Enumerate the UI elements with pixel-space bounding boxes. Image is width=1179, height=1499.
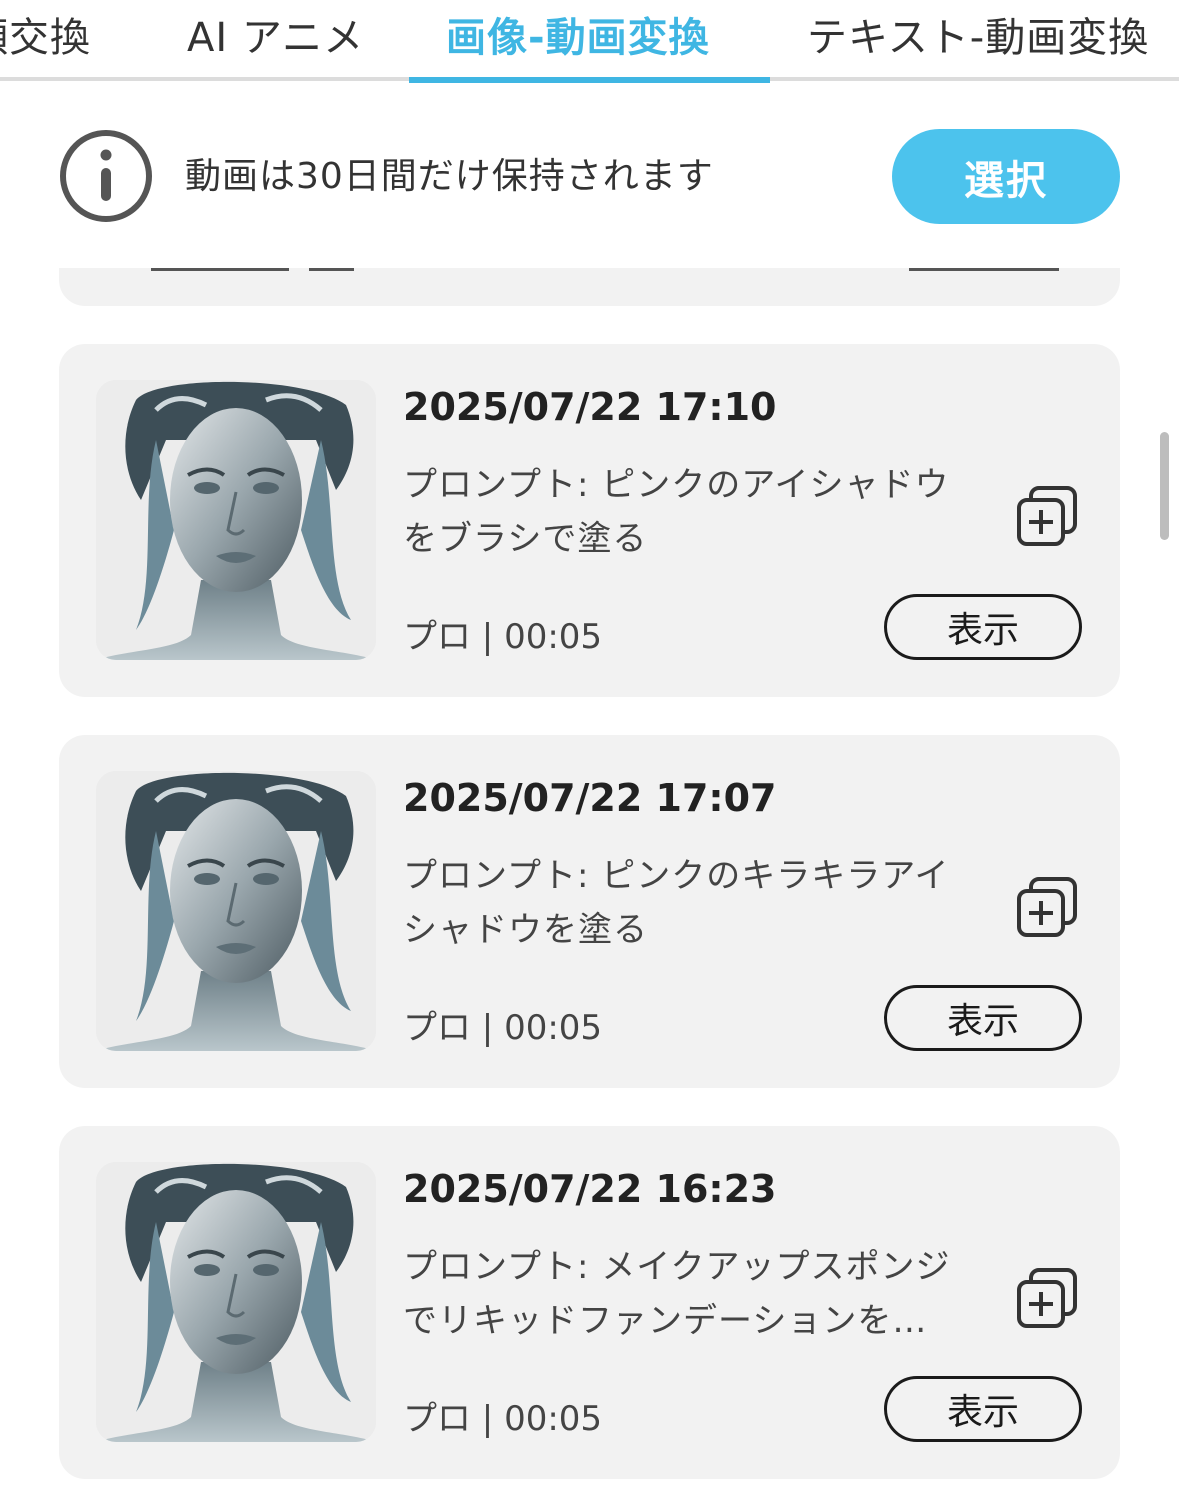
view-button[interactable]: 表示	[884, 594, 1082, 660]
video-date: 2025/07/22 17:07	[403, 776, 777, 820]
video-meta: プロ | 00:05	[403, 617, 603, 657]
active-tab-indicator	[409, 77, 770, 83]
partial-button-edge	[909, 268, 1059, 271]
video-prompt: プロンプト: ピンクのアイシャドウをブラシで塗る	[403, 465, 950, 559]
video-meta: プロ | 00:05	[403, 1399, 603, 1439]
info-icon	[60, 130, 152, 222]
copy-add-icon[interactable]	[1011, 1262, 1081, 1332]
view-button[interactable]: 表示	[884, 1376, 1082, 1442]
tab-face-swap[interactable]: 顔交換	[0, 10, 91, 66]
video-card[interactable]: 2025/07/22 17:07 プロンプト: ピンクのキラキラアイシャドウを塗…	[59, 735, 1120, 1088]
video-prompt: プロンプト: ピンクのキラキラアイシャドウを塗る	[403, 856, 950, 950]
scrollbar[interactable]	[1160, 432, 1169, 540]
tab-ai-anime[interactable]: AI アニメ	[187, 10, 364, 66]
video-meta: プロ | 00:05	[403, 1008, 603, 1048]
copy-add-icon[interactable]	[1011, 871, 1081, 941]
video-card-partial	[59, 268, 1120, 306]
select-button[interactable]: 選択	[892, 129, 1120, 224]
partial-thumb-edge	[151, 268, 289, 271]
notice-text: 動画は30日間だけ保持されます	[185, 156, 714, 197]
video-date: 2025/07/22 16:23	[403, 1167, 777, 1211]
view-button[interactable]: 表示	[884, 985, 1082, 1051]
partial-thumb-edge	[309, 268, 354, 271]
video-thumbnail[interactable]	[96, 380, 376, 660]
tab-bar: 顔交換 AI アニメ 画像-動画変換 テキスト-動画変換	[0, 0, 1179, 84]
video-thumbnail[interactable]	[96, 1162, 376, 1442]
tab-text-to-video[interactable]: テキスト-動画変換	[807, 10, 1149, 66]
video-date: 2025/07/22 17:10	[403, 385, 777, 429]
tab-image-to-video[interactable]: 画像-動画変換	[446, 10, 710, 66]
video-thumbnail[interactable]	[96, 771, 376, 1051]
copy-add-icon[interactable]	[1011, 480, 1081, 550]
video-card[interactable]: 2025/07/22 16:23 プロンプト: メイクアップスポンジでリキッドフ…	[59, 1126, 1120, 1479]
video-prompt: プロンプト: メイクアップスポンジでリキッドファンデーションを…	[403, 1247, 951, 1341]
video-card[interactable]: 2025/07/22 17:10 プロンプト: ピンクのアイシャドウをブラシで塗…	[59, 344, 1120, 697]
